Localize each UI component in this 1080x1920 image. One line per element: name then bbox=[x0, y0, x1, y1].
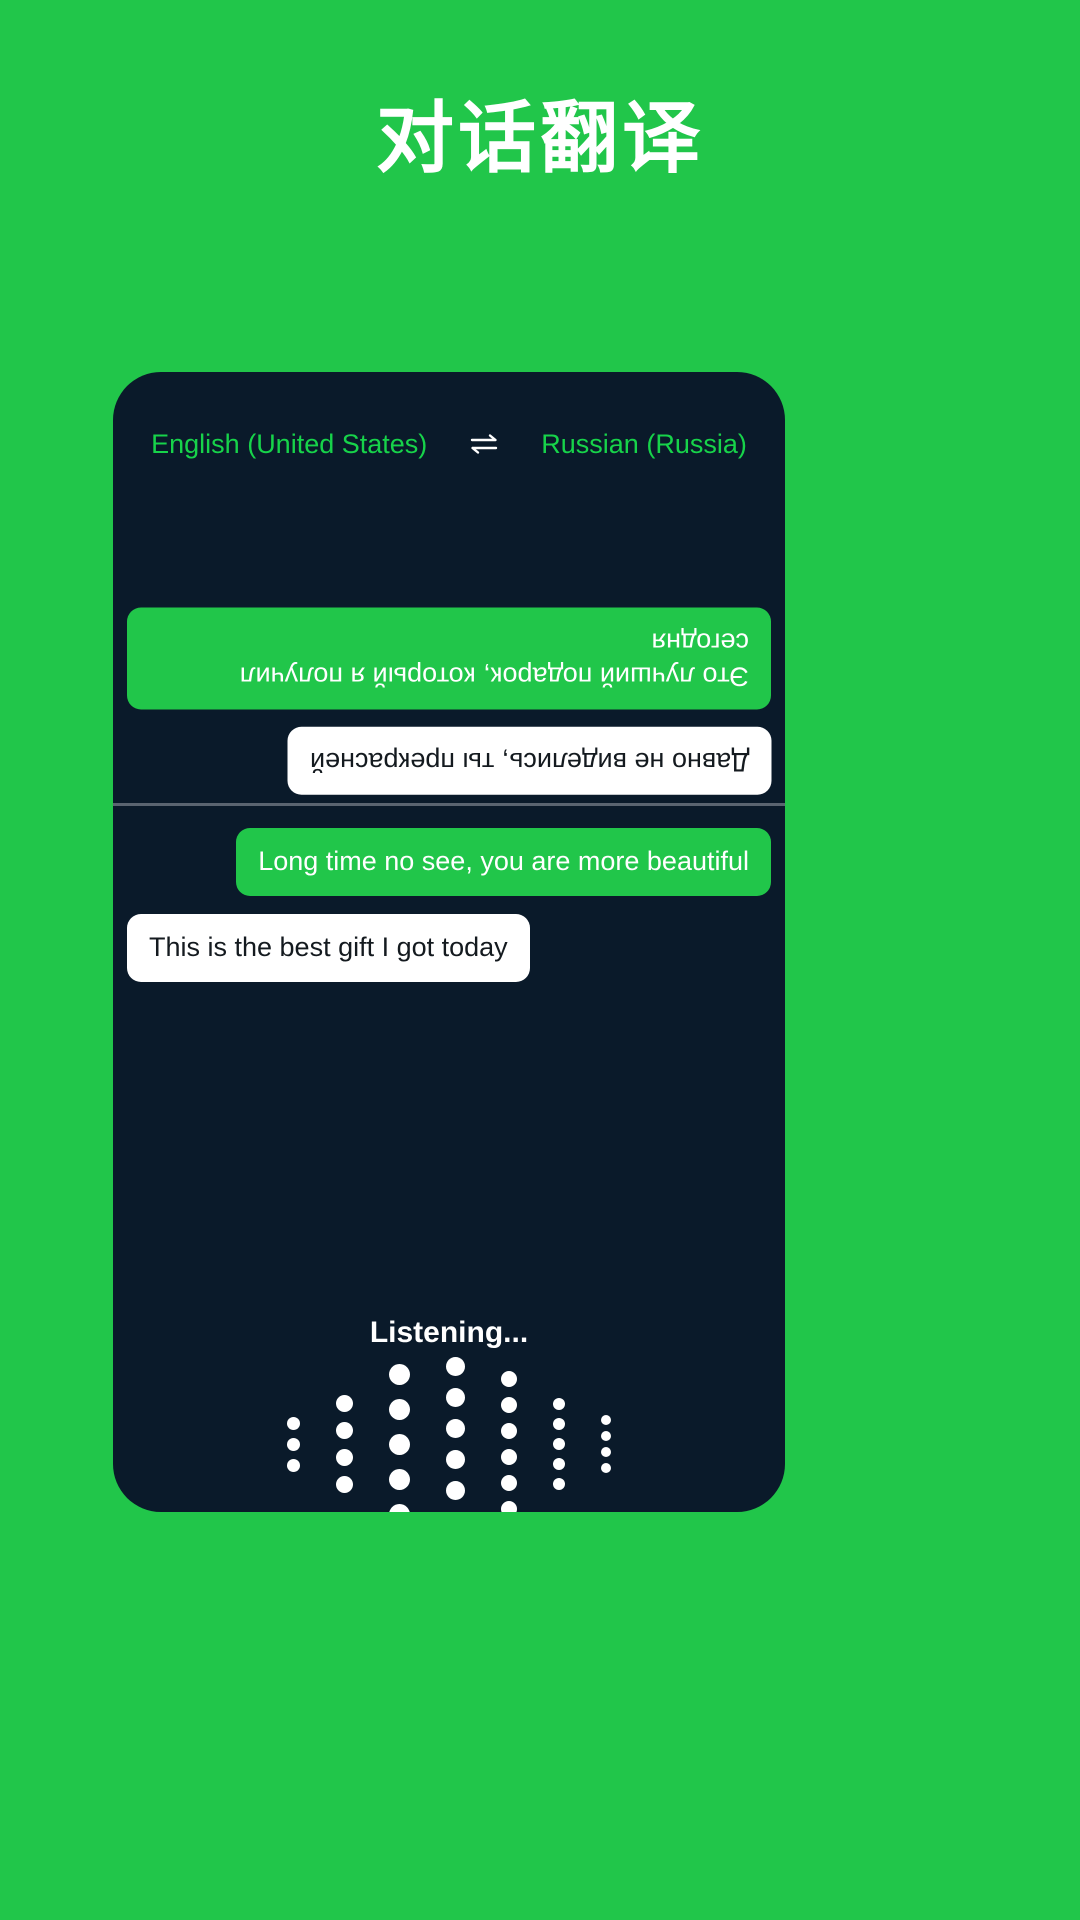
waveform-dot bbox=[446, 1357, 465, 1376]
page-title: 对话翻译 bbox=[375, 94, 704, 182]
waveform-column bbox=[287, 1413, 300, 1476]
message-row: Long time no see, you are more beautiful bbox=[127, 828, 771, 896]
audio-waveform bbox=[113, 1357, 785, 1512]
waveform-dot bbox=[389, 1468, 410, 1490]
waveform-dot bbox=[336, 1395, 353, 1412]
phone-panel: English (United States) Russian (Russia)… bbox=[113, 372, 785, 1512]
language-bar: English (United States) Russian (Russia) bbox=[113, 420, 785, 468]
message-row: Это лучший подарок, который я получил се… bbox=[127, 607, 771, 710]
waveform-column bbox=[389, 1357, 410, 1512]
waveform-dot bbox=[553, 1438, 565, 1450]
waveform-dot bbox=[446, 1419, 465, 1438]
source-language-label[interactable]: English (United States) bbox=[151, 429, 427, 460]
message-bubble-bottom-2[interactable]: This is the best gift I got today bbox=[127, 913, 530, 982]
message-row: Давно не виделись, ты прекрасней bbox=[127, 727, 771, 795]
message-row: This is the best gift I got today bbox=[127, 913, 771, 982]
waveform-column bbox=[501, 1366, 517, 1512]
waveform-dot bbox=[389, 1398, 410, 1420]
waveform-dot bbox=[501, 1423, 517, 1439]
waveform-dot bbox=[501, 1371, 517, 1387]
waveform-dot bbox=[601, 1447, 611, 1457]
message-bubble-top-1[interactable]: Это лучший подарок, который я получил се… bbox=[127, 607, 771, 710]
target-language-label[interactable]: Russian (Russia) bbox=[541, 429, 747, 460]
waveform-dot bbox=[446, 1450, 465, 1469]
swap-arrows-icon[interactable] bbox=[467, 432, 501, 456]
waveform-dot bbox=[601, 1431, 611, 1441]
waveform-dot bbox=[553, 1478, 565, 1490]
waveform-dot bbox=[501, 1475, 517, 1491]
message-bubble-top-2[interactable]: Давно не виделись, ты прекрасней bbox=[287, 727, 771, 795]
waveform-column bbox=[446, 1351, 465, 1512]
waveform-dot bbox=[389, 1363, 410, 1385]
waveform-dot bbox=[601, 1463, 611, 1473]
waveform-dot bbox=[553, 1458, 565, 1470]
waveform-dot bbox=[389, 1503, 410, 1512]
waveform-dot bbox=[501, 1501, 517, 1512]
waveform-dot bbox=[287, 1437, 300, 1451]
waveform-dot bbox=[287, 1416, 300, 1430]
waveform-dot bbox=[553, 1398, 565, 1410]
waveform-dot bbox=[446, 1481, 465, 1500]
waveform-dot bbox=[336, 1449, 353, 1466]
waveform-dot bbox=[501, 1397, 517, 1413]
waveform-dot bbox=[389, 1433, 410, 1455]
waveform-dot bbox=[501, 1449, 517, 1465]
listening-status: Listening... bbox=[369, 1316, 529, 1349]
waveform-column bbox=[601, 1412, 611, 1476]
waveform-dot bbox=[446, 1388, 465, 1407]
waveform-dot bbox=[287, 1458, 300, 1472]
waveform-dot bbox=[336, 1422, 353, 1439]
waveform-dot bbox=[601, 1415, 611, 1425]
waveform-dot bbox=[553, 1418, 565, 1430]
conversation-pane-bottom: Long time no see, you are more beautiful… bbox=[113, 806, 785, 1046]
waveform-dot bbox=[336, 1476, 353, 1493]
waveform-column bbox=[553, 1394, 565, 1494]
waveform-column bbox=[336, 1390, 353, 1498]
screen-root: 对话翻译 English (United States) Russian (Ru… bbox=[0, 0, 1080, 1920]
conversation-pane-top: Это лучший подарок, который я получил се… bbox=[113, 472, 785, 803]
message-bubble-bottom-1[interactable]: Long time no see, you are more beautiful bbox=[236, 828, 771, 896]
